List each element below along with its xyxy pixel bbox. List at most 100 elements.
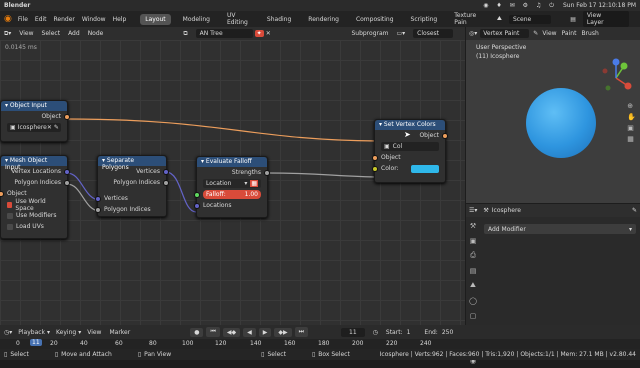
editor-type-icon[interactable]: ⧉▾ (4, 30, 11, 38)
eyedropper-icon[interactable]: ✎ (54, 124, 59, 131)
socket-falloff-in[interactable] (194, 191, 200, 198)
menu-view[interactable]: View (87, 329, 101, 336)
start-field[interactable]: 1 (407, 329, 411, 336)
node-header[interactable]: ▾ Separate Polygons (98, 156, 166, 171)
scene-icon[interactable]: ⛰ (497, 15, 502, 23)
menu-edit[interactable]: Edit (35, 16, 47, 23)
socket-object-out[interactable] (442, 132, 448, 139)
mode-selector[interactable]: Vertex Paint (480, 29, 530, 38)
object-field[interactable]: ▣ Icosphere ✕ ✎ (7, 123, 61, 132)
node-set-vertex-colors[interactable]: ▾ Set Vertex Colors Object ▣ Col Object … (372, 119, 448, 183)
timeline-ruler[interactable]: 0 11 20 40 60 80 100 120 140 160 180 200… (0, 339, 640, 349)
brush-icon[interactable]: ✎ (533, 30, 538, 37)
tab-scripting[interactable]: Scripting (406, 14, 443, 25)
type-dropdown[interactable]: Location ▾ ▦ (203, 179, 261, 188)
closest-dropdown[interactable]: Closest (413, 29, 453, 38)
camera-icon[interactable]: ▣ (627, 124, 636, 132)
jump-start-icon[interactable]: ⏮ (206, 327, 220, 337)
menu-brush[interactable]: Brush (581, 30, 598, 37)
socket-vertex-locations-out[interactable] (64, 168, 70, 175)
menu-view[interactable]: View (542, 30, 556, 37)
subprogram-menu[interactable]: Subprogram (351, 30, 388, 37)
use-world-space-checkbox[interactable]: Use World Space (1, 198, 67, 212)
socket-object-in[interactable] (372, 154, 378, 161)
socket-color-in[interactable] (372, 165, 378, 172)
view-layer-selector[interactable]: View Layer (582, 11, 629, 27)
tab-uv-editing[interactable]: UV Editing (222, 10, 255, 28)
clock-icon[interactable]: ◷ (373, 329, 378, 336)
record-button[interactable]: ● (190, 327, 204, 337)
subprogram-dropdown-icon[interactable]: ▭▾ (396, 30, 405, 37)
output-icon[interactable]: ⎙ (468, 250, 479, 261)
render-icon[interactable]: ▣ (468, 235, 479, 246)
menu-paint[interactable]: Paint (562, 30, 577, 37)
node-mesh-object-input[interactable]: ▾ Mesh Object Input Vertex Locations Pol… (0, 155, 70, 239)
scene-selector[interactable]: Scene (508, 14, 552, 24)
editor-type-icon[interactable]: ☰▾ (469, 207, 477, 214)
tab-compositing[interactable]: Compositing (351, 14, 399, 25)
node-header[interactable]: ▾ Set Vertex Colors (375, 120, 445, 130)
menu-help[interactable]: Help (113, 16, 127, 23)
menu-node[interactable]: Node (88, 30, 104, 37)
node-header[interactable]: ▾ Object Input (1, 101, 67, 111)
grid-icon[interactable]: ▦ (627, 135, 636, 143)
socket-vertices-out[interactable] (163, 168, 169, 175)
icosphere-mesh[interactable] (526, 88, 596, 158)
end-field[interactable]: 250 (442, 329, 453, 336)
falloff-field[interactable]: Falloff: 1.00 (203, 190, 261, 199)
use-modifiers-checkbox[interactable]: Use Modifiers (1, 210, 67, 221)
fake-user-button[interactable]: ✦ (254, 30, 264, 37)
object-icon[interactable]: ▢ (468, 310, 479, 321)
menu-render[interactable]: Render (54, 16, 75, 23)
keying-menu[interactable]: Keying (56, 329, 76, 336)
node-evaluate-falloff[interactable]: ▾ Evaluate Falloff Strengths Location ▾ … (194, 156, 270, 218)
color-swatch[interactable] (411, 164, 439, 173)
add-modifier-dropdown[interactable]: Add Modifier ▾ (484, 224, 636, 234)
tab-modeling[interactable]: Modeling (178, 14, 215, 25)
node-canvas[interactable]: 0.0145 ms ▾ Object Input Object ▣ Icosph… (0, 40, 465, 325)
editor-type-icon[interactable]: ◷▾ (4, 329, 12, 336)
tab-texture-paint[interactable]: Texture Pain (449, 10, 486, 28)
play-reverse-icon[interactable]: ◀ (243, 327, 256, 337)
node-object-input[interactable]: ▾ Object Input Object ▣ Icosphere ✕ ✎ (0, 100, 70, 142)
scene-icon[interactable]: ⛰ (468, 280, 479, 291)
socket-vertices-in[interactable] (95, 195, 101, 202)
hand-icon[interactable]: ✋ (627, 113, 636, 121)
view-layer-icon[interactable]: ▤ (468, 265, 479, 276)
system-tray-icons[interactable]: ◉ ♦ ✉ ⚙ ♫ ⏻ (483, 2, 557, 10)
view-layer-icon[interactable]: ▤ (570, 16, 576, 23)
tree-selector[interactable]: AN Tree (195, 29, 253, 38)
tab-shading[interactable]: Shading (262, 14, 296, 25)
socket-locations-in[interactable] (194, 202, 200, 209)
next-keyframe-icon[interactable]: ◆▶ (274, 327, 292, 337)
socket-object-in[interactable] (0, 190, 4, 197)
vertex-color-layer-field[interactable]: ▣ Col (381, 142, 439, 151)
node-header[interactable]: ▾ Evaluate Falloff (197, 157, 267, 167)
menu-window[interactable]: Window (82, 16, 106, 23)
clear-icon[interactable]: ✕ (47, 124, 52, 131)
socket-polygon-indices-out[interactable] (64, 179, 70, 186)
editor-type-icon[interactable]: ◎▾ (469, 30, 477, 37)
menu-file[interactable]: File (18, 16, 28, 23)
world-icon[interactable]: ◯ (468, 295, 479, 306)
socket-strengths-out[interactable] (264, 169, 270, 176)
blender-logo-icon[interactable]: ◉ (4, 14, 12, 24)
socket-object-out[interactable] (64, 113, 70, 120)
prev-keyframe-icon[interactable]: ◀◆ (222, 327, 241, 337)
menu-select[interactable]: Select (42, 30, 61, 37)
menu-view[interactable]: View (19, 30, 33, 37)
load-uvs-checkbox[interactable]: Load UVs (1, 221, 67, 232)
jump-end-icon[interactable]: ⏭ (294, 327, 308, 337)
close-icon[interactable]: ✕ (266, 30, 271, 37)
navigation-gizmo[interactable] (596, 58, 636, 98)
3d-viewport[interactable]: User Perspective (11) Icosphere ⊕ ✋ ▣ ▦ (466, 40, 640, 203)
tab-layout[interactable]: Layout (140, 13, 171, 25)
menu-add[interactable]: Add (68, 30, 80, 37)
play-icon[interactable]: ▶ (258, 327, 272, 337)
type-options-icon[interactable]: ▦ (250, 180, 258, 187)
tab-rendering[interactable]: Rendering (303, 14, 344, 25)
node-header[interactable]: ▾ Mesh Object Input (1, 156, 67, 171)
current-frame-field[interactable]: 11 (341, 327, 365, 337)
current-frame-marker[interactable]: 11 (30, 339, 42, 346)
node-separate-polygons[interactable]: ▾ Separate Polygons Vertices Polygon Ind… (95, 155, 169, 217)
